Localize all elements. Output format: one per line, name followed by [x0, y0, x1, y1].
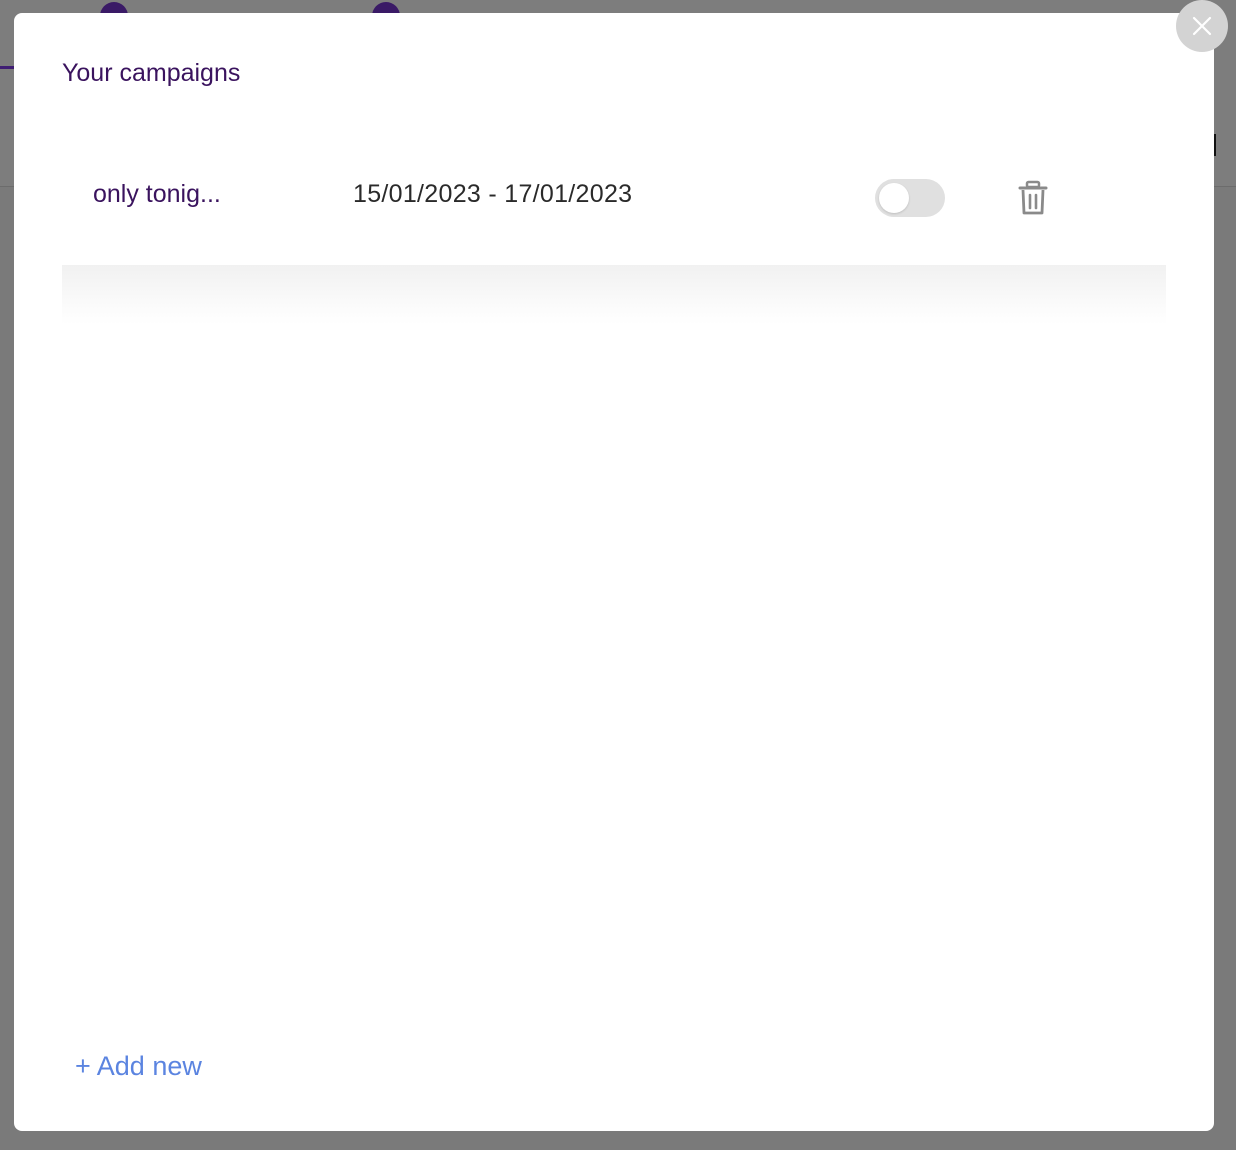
campaign-name[interactable]: only tonig...	[93, 180, 221, 209]
campaign-dates: 15/01/2023 - 17/01/2023	[353, 180, 633, 208]
trash-icon[interactable]	[1017, 180, 1049, 216]
campaign-active-toggle[interactable]	[875, 179, 945, 217]
background-tab-indicator	[0, 66, 14, 69]
campaign-row: only tonig... 15/01/2023 - 17/01/2023	[62, 150, 1166, 265]
campaigns-modal: Your campaigns only tonig... 15/01/2023 …	[14, 13, 1214, 1131]
toggle-knob	[879, 183, 909, 213]
close-button[interactable]	[1176, 0, 1228, 52]
row-divider-shadow	[62, 265, 1166, 325]
close-icon	[1192, 16, 1212, 36]
add-new-button[interactable]: + Add new	[75, 1051, 202, 1082]
modal-title: Your campaigns	[62, 59, 241, 87]
